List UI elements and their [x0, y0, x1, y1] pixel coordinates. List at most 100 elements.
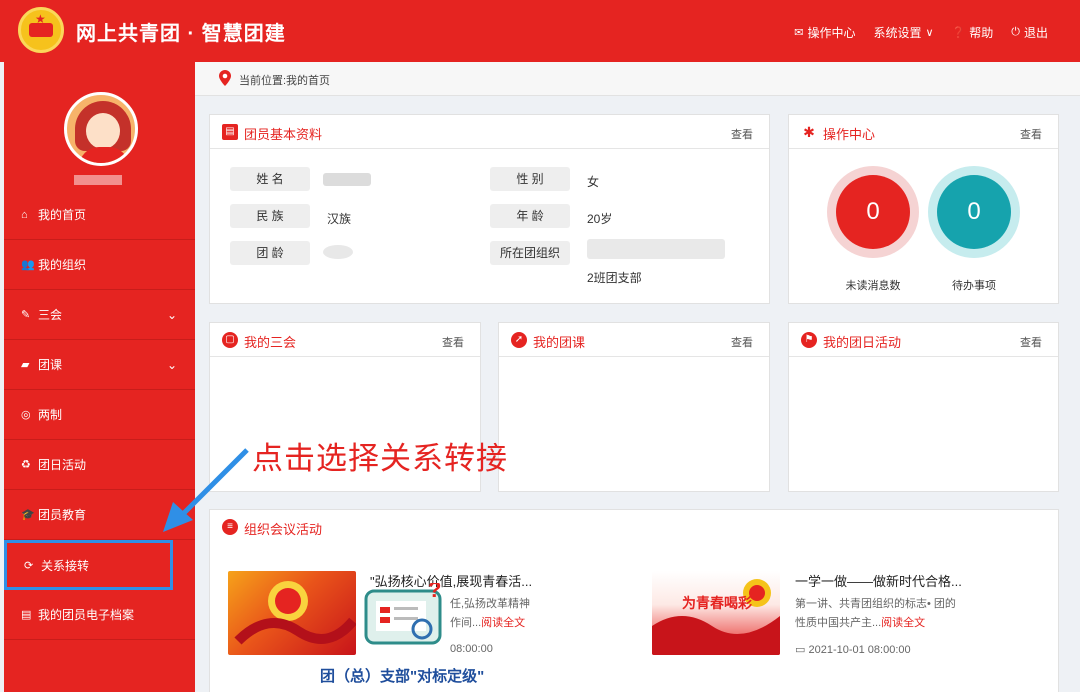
power-icon: ⏻ [1011, 26, 1020, 38]
nav-settings-label: 系统设置 [873, 26, 922, 40]
location-pin-icon [219, 70, 231, 86]
todo-circle[interactable]: 0 [928, 166, 1020, 258]
card-header: ➚ 我的团课 查看 [499, 323, 769, 357]
ops-center-panel: ✱ 操作中心 查看 0 未读消息数 0 待办事项 [788, 114, 1059, 304]
age-label: 年 龄 [490, 204, 570, 228]
card-view-link[interactable]: 查看 [1020, 334, 1042, 350]
branch-value: 2班团支部 [587, 271, 642, 285]
card-header: ▢ 我的三会 查看 [210, 323, 480, 357]
breadcrumb: 当前位置:我的首页 [195, 62, 1080, 96]
target-icon: ◎ [21, 409, 31, 421]
nav-ops-center[interactable]: ✉ 操作中心 [794, 24, 855, 41]
avatar[interactable] [64, 92, 138, 166]
read-more-link[interactable]: 阅读全文 [881, 617, 925, 629]
card-view-link[interactable]: 查看 [731, 334, 753, 350]
meeting-date-text: 2021-10-01 08:00:00 [808, 644, 911, 656]
name-value-redacted [323, 173, 371, 186]
user-name-redacted [74, 175, 122, 185]
rocket-icon: ➚ [511, 332, 527, 348]
read-more-link[interactable]: 阅读全文 [481, 617, 525, 629]
meeting-thumb-text: 为青春喝彩 [682, 597, 752, 612]
top-bar: ★ 网上共青团 · 智慧团建 ✉ 操作中心 系统设置 ∨ ❓ 帮助 ⏻ 退出 [0, 0, 1080, 62]
card-title: 我的三会 [244, 335, 297, 350]
meeting-desc-line: 作间...阅读全文 [450, 617, 526, 629]
ops-view-link[interactable]: 查看 [1020, 126, 1042, 142]
overlay-caption: 团（总）支部"对标定级" [320, 668, 485, 685]
ops-panel-header: ✱ 操作中心 查看 [789, 115, 1058, 149]
league-age-value-redacted [323, 245, 353, 259]
folder-icon: ▰ [21, 359, 30, 371]
todo-count: 0 [937, 175, 1011, 249]
sidebar-item-home[interactable]: ⌂ 我的首页 [4, 190, 195, 240]
app-title: 网上共青团 · 智慧团建 [76, 23, 286, 45]
nav-ops-center-label: 操作中心 [807, 26, 856, 40]
sidebar-item-e-archive[interactable]: ▤ 我的团员电子档案 [4, 590, 195, 640]
sidebar-item-label: 团日活动 [38, 458, 87, 472]
meeting-title[interactable]: 一学一做——做新时代合格... [795, 571, 962, 590]
sidebar-item-league-class[interactable]: ▰ 团课 ⌄ [4, 340, 195, 390]
mail-icon: ✉ [794, 27, 804, 39]
card-title: 我的团课 [533, 335, 586, 350]
meeting-desc-line: 第一讲、共青团组织的标志• 团的 [795, 598, 956, 610]
breadcrumb-text: 当前位置:我的首页 [239, 75, 331, 87]
sidebar-item-label: 团课 [38, 358, 63, 372]
sidebar-item-label: 我的首页 [38, 208, 87, 222]
sidebar-item-label: 三会 [38, 308, 63, 322]
ops-panel-title: 操作中心 [823, 127, 876, 142]
nav-help-label: 帮助 [969, 26, 994, 40]
chevron-down-icon: ⌄ [166, 307, 177, 322]
unread-messages-circle[interactable]: 0 [827, 166, 919, 258]
flag-icon: ⚑ [801, 332, 817, 348]
sidebar: ⌂ 我的首页 👥 我的组织 ✎ 三会 ⌄ ▰ 团课 ⌄ ◎ 两制 ♻ 团日活动 … [4, 62, 195, 692]
sidebar-item-my-org[interactable]: 👥 我的组织 [4, 240, 195, 290]
name-label: 姓 名 [230, 167, 310, 191]
youth-banner-image [652, 579, 780, 655]
meeting-thumbnail[interactable] [228, 571, 356, 655]
sidebar-item-two-systems[interactable]: ◎ 两制 [4, 390, 195, 440]
sidebar-item-label: 两制 [38, 408, 63, 422]
profile-panel-header: ▤ 团员基本资料 查看 [210, 115, 769, 149]
profile-panel: ▤ 团员基本资料 查看 姓 名 性 别 女 民 族 汉族 年 龄 20岁 团 龄… [209, 114, 770, 304]
league-day-card: ⚑ 我的团日活动 查看 [788, 322, 1059, 492]
branch-value-redacted [587, 239, 725, 259]
meeting-thumbnail[interactable]: 为青春喝彩 [652, 571, 780, 655]
document-icon: ▤ [21, 609, 32, 621]
sidebar-item-label: 我的组织 [38, 258, 87, 272]
card-title: 我的团日活动 [823, 335, 902, 350]
nav-help[interactable]: ❓ 帮助 [952, 24, 994, 41]
todo-label: 待办事项 [952, 280, 996, 292]
meeting-desc-line: 任,弘扬改革精神 [450, 598, 531, 610]
meeting-desc-line: 性质中国共产主...阅读全文 [795, 617, 926, 629]
nav-settings[interactable]: 系统设置 ∨ [873, 24, 933, 41]
top-nav: ✉ 操作中心 系统设置 ∨ ❓ 帮助 ⏻ 退出 [794, 24, 1048, 41]
ethnicity-label: 民 族 [230, 204, 310, 228]
card-view-link[interactable]: 查看 [442, 334, 464, 350]
calendar-icon: ▭ [795, 644, 806, 656]
sidebar-item-three-meetings[interactable]: ✎ 三会 ⌄ [4, 290, 195, 340]
profile-view-link[interactable]: 查看 [731, 126, 753, 142]
chevron-down-icon: ∨ [925, 27, 934, 39]
sidebar-item-label: 关系接转 [41, 558, 90, 573]
sidebar-item-transfer[interactable]: ⟳ 关系接转 [4, 540, 173, 590]
card-header: ⚑ 我的团日活动 查看 [789, 323, 1058, 357]
edit-icon: ✎ [21, 309, 31, 321]
sidebar-item-label: 团员教育 [38, 508, 87, 522]
meetings-panel-title: 组织会议活动 [244, 522, 323, 537]
meeting-desc: 任,弘扬改革精神 作间...阅读全文 [450, 595, 530, 633]
nav-logout[interactable]: ⏻ 退出 [1011, 24, 1048, 41]
recycle-icon: ♻ [21, 459, 31, 471]
league-logo: ★ [18, 7, 64, 53]
meeting-desc: 第一讲、共青团组织的标志• 团的 性质中国共产主...阅读全文 [795, 595, 956, 633]
league-emblem-image [234, 581, 356, 645]
ethnicity-value: 汉族 [327, 212, 352, 226]
gear-icon: ✱ [803, 124, 815, 140]
gender-value: 女 [587, 175, 600, 189]
annotation-text: 点击选择关系转接 [252, 441, 508, 476]
meetings-panel-header: ≡ 组织会议活动 [210, 510, 1058, 544]
refresh-icon: ⟳ [24, 559, 34, 572]
home-icon: ⌂ [21, 208, 28, 221]
league-age-label: 团 龄 [230, 241, 310, 265]
league-class-card: ➚ 我的团课 查看 [498, 322, 770, 492]
sidebar-menu: ⌂ 我的首页 👥 我的组织 ✎ 三会 ⌄ ▰ 团课 ⌄ ◎ 两制 ♻ 团日活动 … [4, 190, 195, 640]
profile-panel-title: 团员基本资料 [244, 127, 323, 142]
